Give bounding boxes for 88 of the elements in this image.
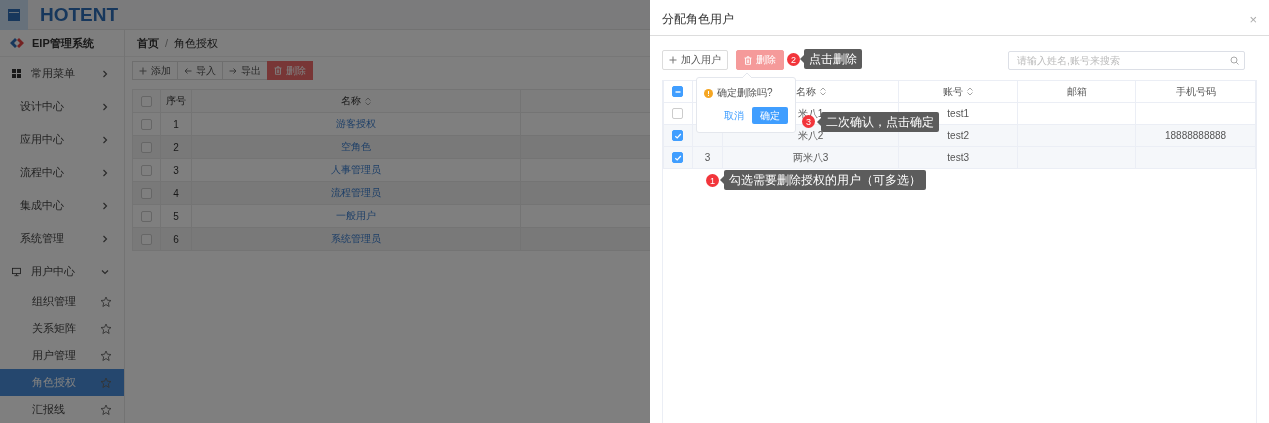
table-cell: test1	[947, 108, 969, 119]
role-link[interactable]: 游客授权	[336, 118, 376, 129]
menu-item[interactable]: 用户中心	[0, 255, 124, 288]
cancel-button[interactable]: 取消	[724, 108, 744, 123]
logo-icon	[10, 38, 24, 48]
add-user-button[interactable]: 加入用户	[662, 50, 728, 70]
menu-item[interactable]: 常用菜单	[0, 57, 124, 90]
column-header: 手机号码	[1175, 85, 1216, 97]
checkbox[interactable]	[672, 130, 684, 142]
checkbox[interactable]	[141, 233, 152, 245]
arrow-left-icon	[184, 66, 192, 75]
menu-item[interactable]: 集成中心	[0, 189, 124, 222]
star-icon[interactable]	[100, 349, 112, 362]
system-name: EIP管理系统	[32, 35, 94, 51]
chevron-right-icon	[100, 200, 110, 211]
checkbox[interactable]	[141, 95, 152, 107]
chevron-right-icon	[100, 167, 110, 178]
sort-icon[interactable]	[819, 87, 826, 96]
close-button[interactable]: ×	[1249, 11, 1257, 27]
menu-item[interactable]: 关系矩阵	[0, 315, 124, 342]
table-cell: 5	[160, 204, 192, 228]
table-cell: test3	[947, 152, 969, 163]
checkbox[interactable]	[672, 86, 684, 98]
logo: HOTENT	[40, 3, 119, 26]
star-icon[interactable]	[100, 322, 112, 335]
grid-icon	[12, 69, 21, 78]
table-cell: 3	[160, 158, 192, 182]
add-button[interactable]: 添加	[132, 61, 178, 80]
monitor-icon	[12, 266, 21, 277]
star-icon[interactable]	[100, 403, 112, 416]
checkbox[interactable]	[672, 108, 684, 120]
table-cell: 1	[160, 112, 192, 136]
star-icon[interactable]	[100, 295, 112, 308]
table-cell: 两米八3	[792, 151, 829, 163]
chevron-right-icon	[100, 101, 110, 112]
table-cell: 米八2	[797, 129, 824, 141]
drawer-title: 分配角色用户	[662, 10, 734, 28]
checkbox[interactable]	[141, 164, 152, 176]
check-icon	[673, 153, 682, 162]
confirm-button[interactable]: 确定	[752, 107, 788, 124]
star-icon[interactable]	[100, 376, 112, 389]
step-number: 1	[706, 174, 719, 187]
check-icon	[673, 131, 682, 140]
menu-item[interactable]: 用户管理	[0, 342, 124, 369]
menu-item[interactable]: 角色授权	[0, 369, 124, 396]
checkbox[interactable]	[141, 118, 152, 130]
checkbox[interactable]	[672, 152, 684, 164]
column-header: 邮箱	[1066, 85, 1087, 97]
menu-item[interactable]: 流程中心	[0, 156, 124, 189]
role-link[interactable]: 流程管理员	[331, 187, 381, 198]
export-button[interactable]: 导出	[222, 61, 268, 80]
table-cell: 3	[704, 152, 711, 163]
plus-icon	[139, 66, 147, 75]
breadcrumb-item: 角色授权	[174, 35, 219, 51]
trash-icon	[744, 55, 752, 65]
menu-icon[interactable]	[8, 8, 20, 21]
sort-icon[interactable]	[365, 96, 371, 106]
popover-message: 确定删除吗?	[717, 86, 773, 100]
column-header[interactable]: 名称	[795, 84, 826, 99]
menu-item[interactable]: 系统管理	[0, 222, 124, 255]
breadcrumb-separator: /	[165, 37, 169, 49]
search-field[interactable]: 请输入姓名,账号来搜索	[1008, 50, 1245, 70]
column-header[interactable]: 账号	[943, 84, 974, 99]
role-link[interactable]: 系统管理员	[331, 233, 381, 244]
role-link[interactable]: 人事管理员	[331, 164, 381, 175]
sort-icon[interactable]	[967, 87, 974, 96]
breadcrumb-item[interactable]: 首页	[137, 35, 159, 51]
chevron-right-icon	[100, 68, 110, 79]
menu-item[interactable]: 设计中心	[0, 90, 124, 123]
delete-button[interactable]: 删除	[736, 50, 784, 70]
import-button[interactable]: 导入	[177, 61, 223, 80]
arrow-right-icon	[229, 66, 237, 75]
search-icon	[1230, 55, 1239, 65]
menu-item[interactable]: 应用中心	[0, 123, 124, 156]
chevron-right-icon	[100, 134, 110, 145]
menu-item[interactable]: 组织管理	[0, 288, 124, 315]
checkbox[interactable]	[141, 210, 152, 222]
plus-icon	[669, 56, 677, 64]
checkbox[interactable]	[141, 187, 152, 199]
step-number: 2	[787, 53, 800, 66]
column-header[interactable]: 名称	[341, 94, 371, 108]
role-link[interactable]: 空角色	[341, 141, 371, 152]
table-cell: 18888888888	[1164, 130, 1227, 141]
table-cell: test2	[947, 130, 969, 141]
column-header: 序号	[160, 89, 192, 113]
chevron-right-icon	[100, 233, 110, 244]
checkbox[interactable]	[141, 141, 152, 153]
menu-item[interactable]: 汇报线	[0, 396, 124, 423]
